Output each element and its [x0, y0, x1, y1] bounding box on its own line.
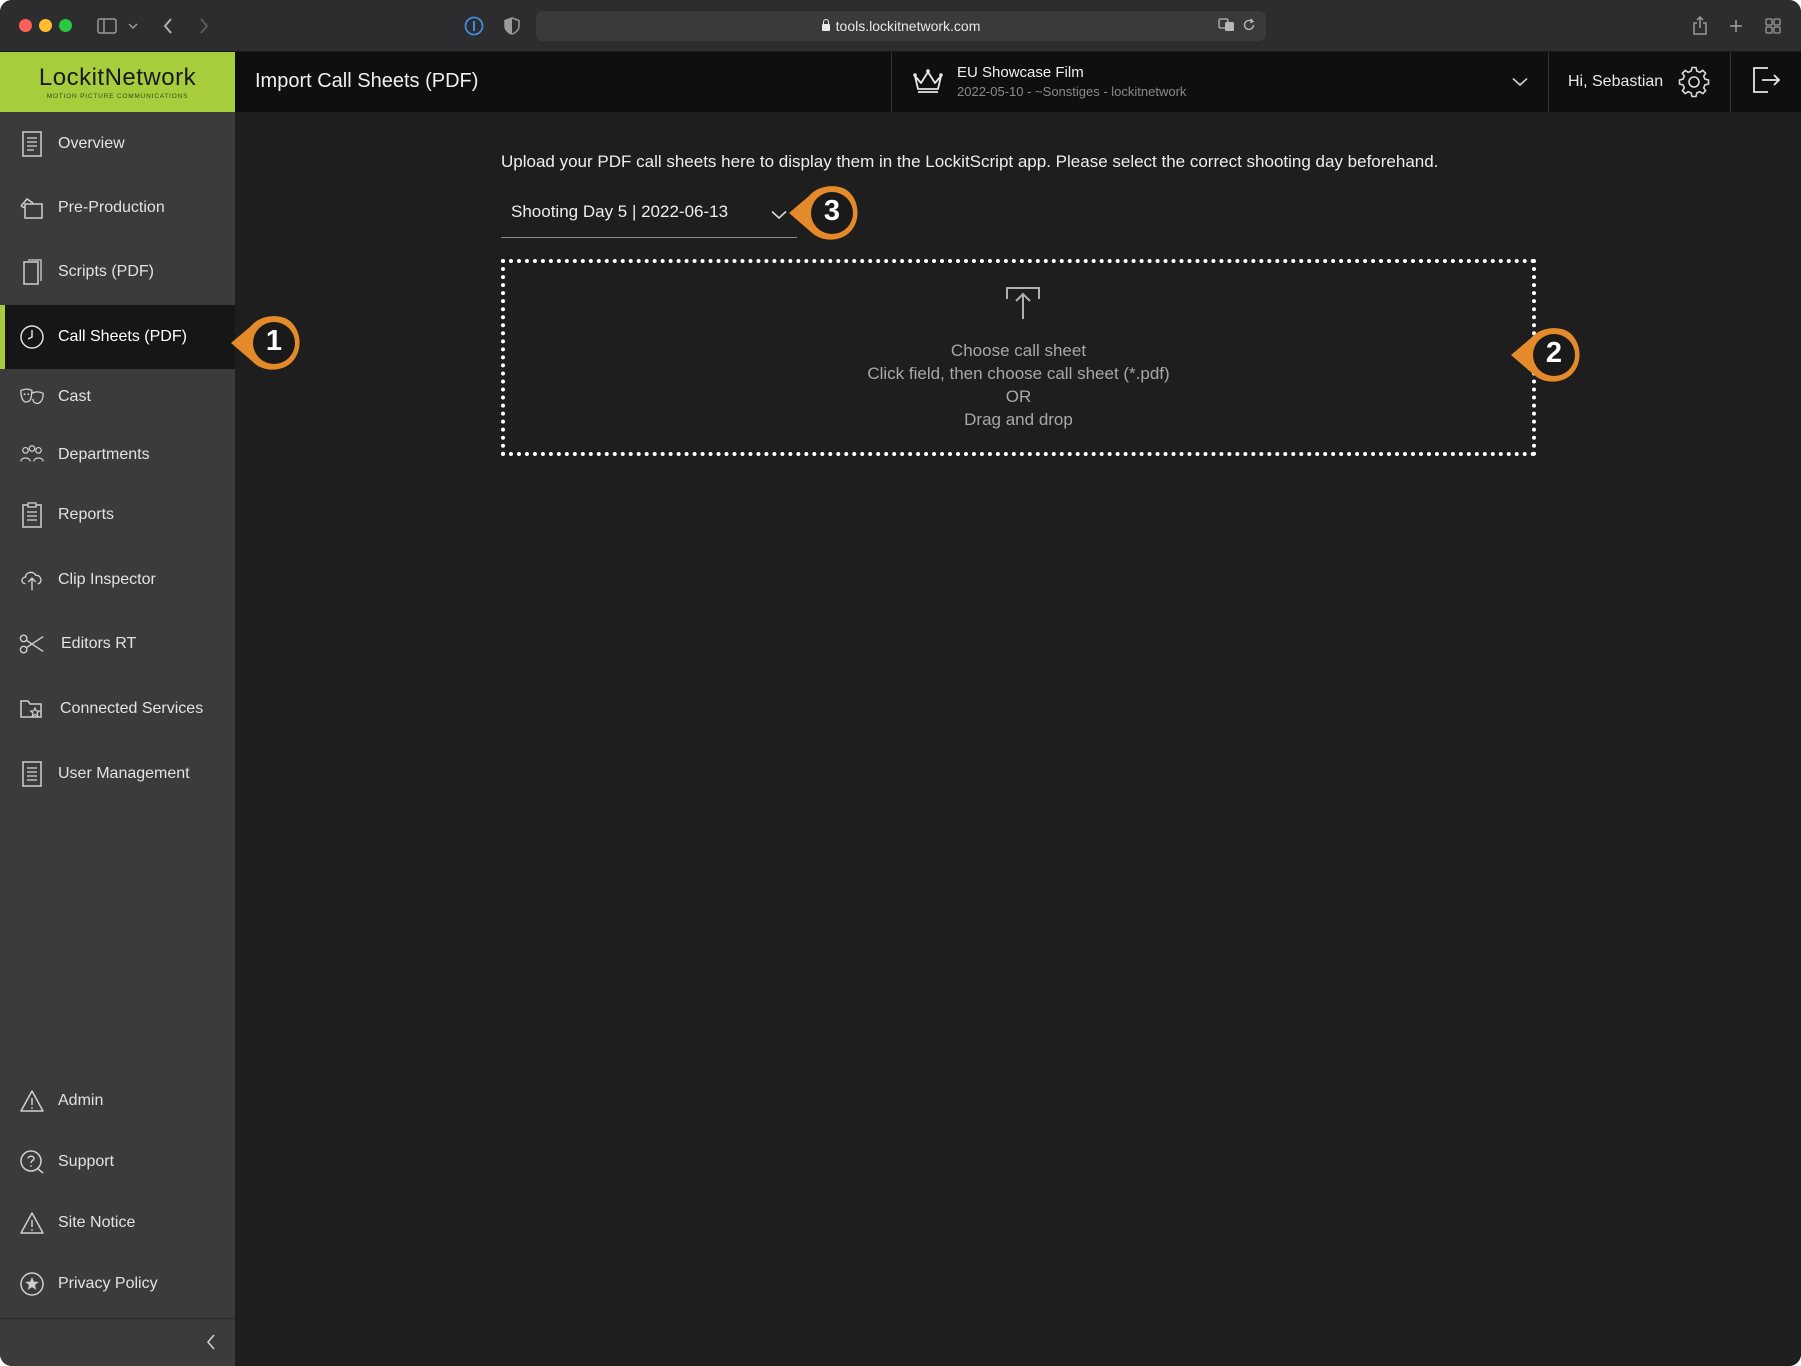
dropzone-title: Choose call sheet — [950, 341, 1087, 360]
pre-production-icon — [19, 195, 45, 221]
dropzone-drag-drop: Drag and drop — [964, 410, 1073, 429]
app-header: LockitNetwork MOTION PICTURE COMMUNICATI… — [0, 52, 1801, 112]
gear-icon[interactable] — [1678, 66, 1710, 103]
sidebar-item-call-sheets[interactable]: Call Sheets (PDF) — [0, 305, 235, 369]
sidebar-item-reports[interactable]: Reports — [0, 485, 235, 545]
support-chat-icon — [19, 1149, 45, 1175]
minimize-window-button[interactable] — [39, 19, 52, 32]
document-icon — [19, 131, 45, 157]
callout-marker-2: 2 — [1509, 326, 1581, 382]
sidebar-footer — [0, 1318, 235, 1366]
sidebar-item-label: User Management — [58, 765, 190, 782]
main-content: Upload your PDF call sheets here to disp… — [235, 112, 1801, 1366]
sidebar-item-overview[interactable]: Overview — [0, 114, 235, 174]
callout-number: 2 — [1545, 337, 1563, 369]
sidebar-item-admin[interactable]: Admin — [0, 1071, 235, 1131]
sidebar-item-label: Overview — [58, 135, 125, 152]
chevron-down-icon[interactable] — [1512, 74, 1528, 92]
sidebar-item-scripts[interactable]: Scripts (PDF) — [0, 242, 235, 302]
list-document-icon — [19, 761, 45, 787]
sidebar-toggle-icon[interactable] — [96, 12, 118, 40]
clipboard-icon — [19, 502, 45, 528]
sidebar-item-support[interactable]: Support — [0, 1132, 235, 1192]
logout-icon — [1750, 64, 1782, 101]
sidebar-item-label: Privacy Policy — [58, 1275, 158, 1292]
logout-button[interactable] — [1730, 52, 1801, 112]
collapse-sidebar-icon[interactable] — [205, 1333, 217, 1356]
sidebar-item-label: Scripts (PDF) — [58, 263, 154, 280]
lockitnetwork-logo[interactable]: LockitNetwork MOTION PICTURE COMMUNICATI… — [0, 52, 235, 112]
cloud-upload-icon — [19, 567, 45, 593]
sidebar-item-user-management[interactable]: User Management — [0, 744, 235, 804]
script-icon — [19, 259, 45, 285]
callout-number: 1 — [265, 325, 283, 357]
callout-number: 3 — [823, 195, 841, 227]
project-subtitle: 2022-05-10 - ~Sonstiges - lockitnetwork — [957, 84, 1187, 99]
callout-marker-3: 3 — [787, 184, 859, 240]
warning-icon — [19, 1210, 45, 1236]
callout-marker-1: 1 — [229, 314, 301, 370]
sidebar-item-privacy-policy[interactable]: Privacy Policy — [0, 1254, 235, 1314]
sidebar-item-label: Pre-Production — [58, 199, 165, 216]
new-tab-icon[interactable] — [1726, 12, 1746, 40]
project-name: EU Showcase Film — [957, 64, 1084, 81]
url-text: tools.lockitnetwork.com — [835, 18, 981, 34]
share-icon[interactable] — [1689, 12, 1711, 40]
upload-instructions: Upload your PDF call sheets here to disp… — [501, 152, 1439, 171]
browser-toolbar: tools.lockitnetwork.com — [0, 0, 1801, 52]
sidebar-item-connected-services[interactable]: Connected Services — [0, 679, 235, 739]
sidebar-item-label: Clip Inspector — [58, 571, 156, 588]
tab-overview-icon[interactable] — [1763, 12, 1783, 40]
sidebar-item-label: Connected Services — [60, 700, 204, 717]
dropzone-instruction: Click field, then choose call sheet (*.p… — [867, 364, 1170, 383]
sidebar: Overview Pre-Production Scripts (PDF) Ca… — [0, 112, 235, 1366]
user-greeting: Hi, Sebastian — [1568, 73, 1664, 90]
sidebar-item-clip-inspector[interactable]: Clip Inspector — [0, 550, 235, 610]
maximize-window-button[interactable] — [59, 19, 72, 32]
address-bar[interactable]: tools.lockitnetwork.com — [536, 11, 1266, 41]
sidebar-item-label: Editors RT — [61, 635, 137, 652]
folder-star-icon — [19, 696, 45, 722]
masks-icon — [19, 384, 45, 410]
privacy-shield-icon[interactable] — [502, 12, 522, 40]
shooting-day-select[interactable]: Shooting Day 5 | 2022-06-13 — [501, 198, 797, 238]
sidebar-item-label: Reports — [58, 506, 115, 523]
sidebar-item-label: Support — [58, 1153, 115, 1170]
lock-icon — [821, 18, 830, 31]
forward-icon[interactable] — [194, 12, 214, 40]
translate-icon[interactable] — [1218, 17, 1236, 38]
dropzone-or: OR — [1005, 387, 1032, 406]
sidebar-item-label: Departments — [58, 446, 150, 463]
password-manager-icon[interactable] — [463, 12, 485, 40]
clock-icon — [19, 324, 45, 350]
sidebar-item-editors-rt[interactable]: Editors RT — [0, 614, 235, 674]
shooting-day-value: Shooting Day 5 | 2022-06-13 — [511, 202, 729, 221]
crown-icon — [912, 68, 944, 99]
sidebar-item-label: Call Sheets (PDF) — [58, 328, 187, 345]
project-selector[interactable]: EU Showcase Film 2022-05-10 - ~Sonstiges… — [891, 52, 1549, 112]
upload-icon — [1005, 285, 1041, 326]
chevron-down-icon — [771, 207, 787, 225]
sidebar-item-cast[interactable]: Cast — [0, 367, 235, 427]
star-badge-icon — [19, 1271, 45, 1297]
logo-name: LockitNetwork — [38, 64, 197, 91]
reload-icon[interactable] — [1242, 18, 1256, 37]
people-icon — [19, 442, 45, 468]
scissors-icon — [19, 631, 45, 657]
browser-window: tools.lockitnetwork.com LockitNetwork MO… — [0, 0, 1801, 1366]
close-window-button[interactable] — [19, 19, 32, 32]
sidebar-item-label: Cast — [58, 388, 91, 405]
sidebar-item-departments[interactable]: Departments — [0, 425, 235, 485]
call-sheet-dropzone[interactable]: Choose call sheet Click field, then choo… — [501, 259, 1536, 456]
sidebar-item-label: Admin — [58, 1092, 104, 1109]
logo-tagline: MOTION PICTURE COMMUNICATIONS — [46, 93, 189, 100]
back-icon[interactable] — [158, 12, 178, 40]
sidebar-item-pre-production[interactable]: Pre-Production — [0, 178, 235, 238]
sidebar-item-label: Site Notice — [58, 1214, 136, 1231]
warning-icon — [19, 1088, 45, 1114]
page-title: Import Call Sheets (PDF) — [255, 70, 479, 92]
chevron-down-icon[interactable] — [126, 12, 140, 40]
sidebar-item-site-notice[interactable]: Site Notice — [0, 1193, 235, 1253]
